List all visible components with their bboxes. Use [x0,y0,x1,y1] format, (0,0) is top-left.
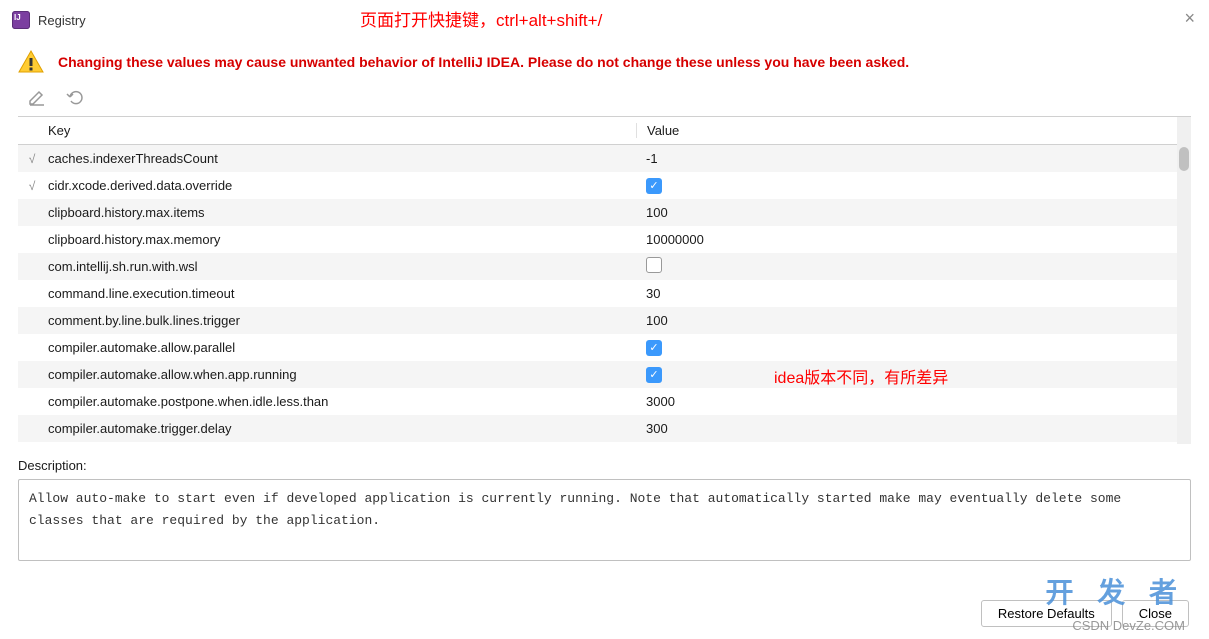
registry-value[interactable]: 100 [636,205,1191,220]
checkbox-icon[interactable]: ✓ [646,340,662,356]
warning-icon [18,50,44,74]
titlebar: Registry 页面打开快捷键，ctrl+alt+shift+/ × [0,0,1209,36]
registry-key: com.intellij.sh.run.with.wsl [46,259,636,274]
close-icon[interactable]: × [1184,8,1195,29]
registry-value[interactable]: 100 [636,313,1191,328]
registry-value[interactable]: ✓ [636,177,1191,194]
app-icon [12,11,30,29]
modified-marker: √ [18,179,46,193]
registry-key: compiler.build.data.unused.threshold [46,444,636,445]
table-row[interactable]: command.line.execution.timeout30 [18,280,1191,307]
table-row[interactable]: clipboard.history.max.memory10000000 [18,226,1191,253]
table-row[interactable]: com.intellij.sh.run.with.wsl [18,253,1191,280]
registry-value[interactable]: 300 [636,421,1191,436]
close-button[interactable]: Close [1122,600,1189,627]
window-title: Registry [38,13,86,28]
table-row[interactable]: compiler.automake.postpone.when.idle.les… [18,388,1191,415]
undo-icon[interactable] [66,88,84,106]
restore-defaults-button[interactable]: Restore Defaults [981,600,1112,627]
warning-text: Changing these values may cause unwanted… [58,54,909,70]
registry-key: comment.by.line.bulk.lines.trigger [46,313,636,328]
version-annotation: idea版本不同，有所差异 [774,364,948,388]
table-row[interactable]: compiler.automake.allow.when.app.running… [18,361,1191,388]
table-row[interactable]: compiler.build.data.unused.threshold30 [18,442,1191,444]
footer: Restore Defaults Close [981,600,1189,627]
table-header: Key Value [18,117,1191,145]
table-row[interactable]: √caches.indexerThreadsCount-1 [18,145,1191,172]
table-row[interactable]: compiler.automake.trigger.delay300 [18,415,1191,442]
registry-key: compiler.automake.postpone.when.idle.les… [46,394,636,409]
registry-key: compiler.automake.allow.when.app.running [46,367,636,382]
description-text: Allow auto-make to start even if develop… [18,479,1191,561]
registry-table: Key Value √caches.indexerThreadsCount-1√… [18,116,1191,444]
table-row[interactable]: clipboard.history.max.items100 [18,199,1191,226]
registry-key: cidr.xcode.derived.data.override [46,178,636,193]
registry-key: clipboard.history.max.memory [46,232,636,247]
registry-value[interactable]: 3000 [636,394,1191,409]
table-row[interactable]: comment.by.line.bulk.lines.trigger100 [18,307,1191,334]
checkbox-icon[interactable]: ✓ [646,367,662,383]
warning-banner: Changing these values may cause unwanted… [0,36,1209,86]
description-label: Description: [0,444,1209,477]
registry-value[interactable] [636,257,1191,276]
toolbar [0,86,1209,116]
column-header-key[interactable]: Key [46,123,636,138]
registry-key: clipboard.history.max.items [46,205,636,220]
registry-key: compiler.automake.allow.parallel [46,340,636,355]
checkbox-icon[interactable]: ✓ [646,178,662,194]
registry-value[interactable]: -1 [636,151,1191,166]
registry-value[interactable]: ✓ [636,339,1191,356]
column-header-value[interactable]: Value [636,123,1191,138]
edit-icon[interactable] [28,88,46,106]
registry-value[interactable]: 10000000 [636,232,1191,247]
registry-key: compiler.automake.trigger.delay [46,421,636,436]
table-row[interactable]: √cidr.xcode.derived.data.override ✓ [18,172,1191,199]
scrollbar[interactable] [1177,117,1191,444]
registry-key: caches.indexerThreadsCount [46,151,636,166]
table-row[interactable]: compiler.automake.allow.parallel ✓ [18,334,1191,361]
registry-value[interactable]: 30 [636,286,1191,301]
registry-value[interactable]: 30 [636,444,1191,445]
modified-marker: √ [18,152,46,166]
scrollbar-thumb[interactable] [1179,147,1189,171]
checkbox-icon[interactable] [646,257,662,273]
shortcut-annotation: 页面打开快捷键，ctrl+alt+shift+/ [360,6,602,31]
registry-key: command.line.execution.timeout [46,286,636,301]
